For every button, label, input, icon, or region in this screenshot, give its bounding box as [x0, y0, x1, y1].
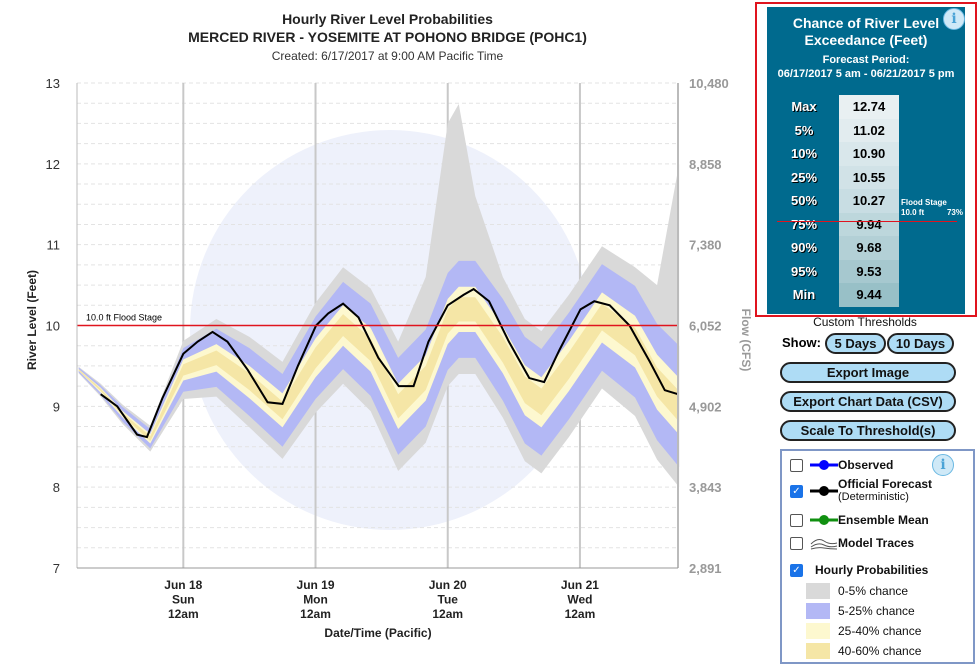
official-forecast-checkbox[interactable]: ✓: [790, 485, 803, 498]
hourly-probabilities-checkbox[interactable]: ✓: [790, 564, 803, 577]
official-marker-icon: [810, 486, 838, 496]
exceedance-value: 9.44: [839, 283, 899, 307]
x-tick-label: Sun: [172, 593, 195, 607]
ensemble-mean-checkbox[interactable]: [790, 514, 803, 527]
show-label: Show:: [782, 335, 821, 350]
legend: i Observed ✓ Official Forecast (Determin…: [780, 449, 975, 664]
exceedance-value: 12.74: [839, 95, 899, 119]
x-tick-label: Jun 19: [297, 578, 335, 592]
exceedance-row: 95% 9.53: [767, 259, 965, 283]
model-traces-label: Model Traces: [838, 536, 915, 550]
flood-stage-note: Flood Stage 10.0 ft 73%: [901, 198, 963, 218]
band-swatch-25-40: [806, 623, 830, 639]
export-csv-button[interactable]: Export Chart Data (CSV): [780, 391, 956, 412]
legend-info-icon[interactable]: i: [932, 454, 954, 476]
exceedance-value: 10.90: [839, 142, 899, 166]
band-label-0-5: 0-5% chance: [838, 584, 909, 598]
y-axis-title: River Level (Feet): [25, 270, 39, 370]
official-forecast-label: Official Forecast: [838, 477, 933, 491]
x-tick-label: Jun 18: [164, 578, 202, 592]
y2-tick-label: 4,902: [689, 399, 722, 414]
x-tick-label: Tue: [438, 593, 459, 607]
y2-tick-label: 8,858: [689, 157, 722, 172]
x-tick-label: 12am: [168, 607, 199, 621]
exceedance-row: 90% 9.68: [767, 236, 965, 260]
forecast-period: 06/17/2017 5 am - 06/21/2017 5 pm: [777, 68, 955, 80]
band-swatch-5-25: [806, 603, 830, 619]
exceedance-value: 9.68: [839, 236, 899, 260]
observed-label: Observed: [838, 458, 894, 472]
y2-tick-label: 6,052: [689, 319, 722, 334]
band-label-25-40: 25-40% chance: [838, 624, 922, 638]
flood-stage-label: 10.0 ft Flood Stage: [86, 313, 162, 323]
exceedance-value: 9.53: [839, 259, 899, 283]
x-tick-label: 12am: [565, 607, 596, 621]
observed-checkbox[interactable]: [790, 459, 803, 472]
x-tick-label: Wed: [567, 593, 592, 607]
exceedance-value: 11.02: [839, 118, 899, 142]
info-icon[interactable]: i: [943, 8, 965, 30]
flood-stage-line: [777, 221, 957, 222]
band-label-5-25: 5-25% chance: [838, 604, 915, 618]
x-tick-label: Jun 20: [429, 578, 467, 592]
export-image-button[interactable]: Export Image: [780, 362, 956, 383]
exceedance-label: Max: [791, 99, 817, 114]
y-tick-label: 11: [47, 238, 61, 253]
x-axis-title: Date/Time (Pacific): [324, 626, 431, 640]
ensemble-mean-label: Ensemble Mean: [838, 513, 929, 527]
exceedance-label: 25%: [790, 169, 818, 185]
exceedance-title: Chance of River Level Exceedance (Feet): [792, 15, 940, 48]
exceedance-panel: Chance of River Level Exceedance (Feet) …: [755, 2, 977, 317]
y2-axis-title: Flow (CFS): [739, 309, 753, 372]
exceedance-value: 10.55: [839, 165, 899, 189]
exceedance-row: Min 9.44: [767, 283, 965, 307]
x-tick-label: Mon: [303, 593, 328, 607]
x-tick-label: 12am: [300, 607, 331, 621]
exceedance-label: Min: [792, 287, 816, 302]
river-level-chart: 10.0 ft Flood Stage 7 2,891 8 3,843 9 4,902 10 6…: [25, 76, 753, 640]
10-days-button[interactable]: 10 Days: [887, 333, 954, 354]
y-tick-label: 12: [46, 157, 60, 172]
y2-tick-label: 7,380: [689, 238, 722, 253]
exceedance-row: 10% 10.90: [767, 142, 965, 166]
exceedance-row: 25% 10.55: [767, 165, 965, 189]
exceedance-label: 50%: [790, 193, 818, 208]
y2-tick-label: 2,891: [689, 561, 722, 576]
hourly-probabilities-label: Hourly Probabilities: [815, 563, 929, 577]
band-label-40-60: 40-60% chance: [838, 644, 922, 658]
y-tick-label: 9: [53, 399, 60, 414]
y2-tick-label: 3,843: [689, 480, 722, 495]
flood-stage-label: Flood Stage: [901, 198, 947, 207]
x-tick-label: 12am: [432, 607, 463, 621]
ensemble-marker-icon: [810, 515, 838, 525]
exceedance-row: Max 12.74: [767, 95, 965, 119]
exceedance-label: 95%: [790, 263, 818, 279]
exceedance-label: 75%: [790, 216, 818, 232]
exceedance-label: 10%: [790, 146, 818, 161]
band-swatch-0-5: [806, 583, 830, 599]
y2-tick-label: 10,480: [689, 76, 729, 91]
custom-thresholds-link[interactable]: Custom Thresholds: [790, 315, 940, 329]
official-forecast-sublabel: (Deterministic): [838, 491, 909, 503]
exceedance-label: 5%: [794, 122, 814, 138]
observed-marker-icon: [810, 460, 838, 470]
5-days-button[interactable]: 5 Days: [825, 333, 886, 354]
model-traces-checkbox[interactable]: [790, 537, 803, 550]
y-tick-label: 8: [53, 480, 60, 495]
y-tick-label: 7: [53, 561, 60, 576]
exceedance-row: 5% 11.02: [767, 118, 965, 142]
flood-stage-value: 10.0 ft: [901, 208, 925, 217]
scale-threshold-button[interactable]: Scale To Threshold(s): [780, 420, 956, 441]
model-traces-icon: [810, 539, 838, 550]
y-tick-label: 13: [46, 76, 60, 91]
band-swatch-40-60: [806, 643, 830, 659]
x-tick-label: Jun 21: [561, 578, 599, 592]
exceedance-label: 90%: [790, 240, 818, 255]
forecast-period-label: Forecast Period:: [822, 54, 910, 66]
flood-stage-pct: 73%: [946, 208, 963, 217]
y-tick-label: 10: [46, 319, 60, 334]
exceedance-value: 10.27: [839, 189, 899, 213]
exceedance-value: 9.94: [839, 212, 899, 236]
